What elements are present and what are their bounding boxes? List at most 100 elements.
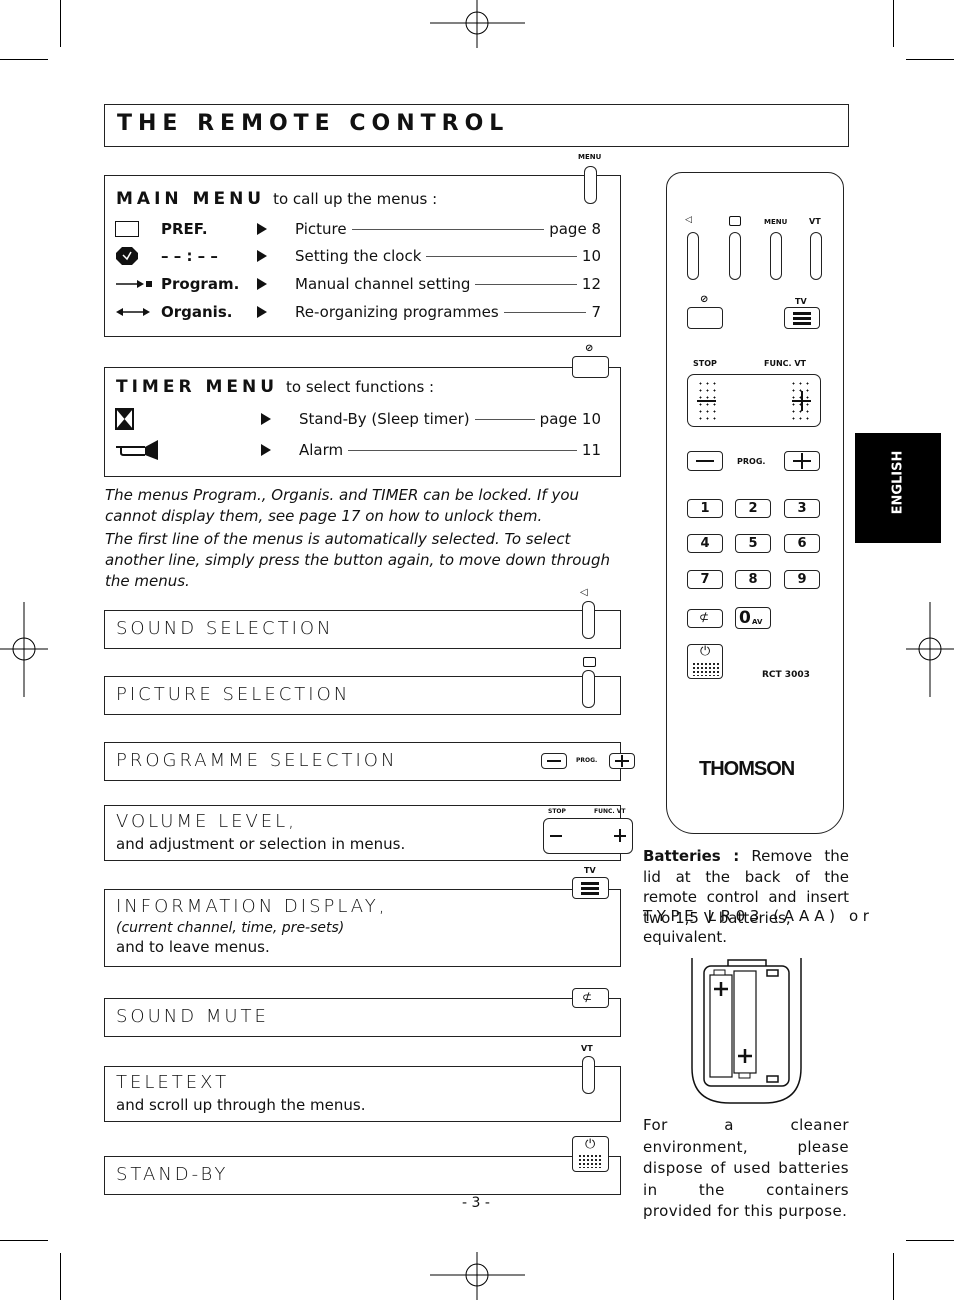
timer-menu-heading: TIMER MENU: [116, 377, 279, 397]
play-arrow-icon: [257, 223, 267, 235]
language-label: ENGLISH: [890, 450, 906, 515]
digit-button-2[interactable]: 2: [735, 499, 771, 518]
remote-sound-button[interactable]: [687, 232, 699, 280]
remote-mute-button[interactable]: ⊄: [687, 609, 723, 628]
registration-mark: [430, 0, 525, 48]
picture-button[interactable]: [582, 670, 595, 708]
standby-box: STAND-BY: [104, 1156, 621, 1195]
screen-icon: [115, 221, 139, 237]
speaker-icon: ◁: [580, 587, 588, 598]
prog-plus-button[interactable]: [609, 753, 635, 769]
battery-compartment-illustration: [691, 958, 802, 1104]
sound-button[interactable]: [582, 601, 595, 639]
remote-standby-button[interactable]: ⏻: [687, 644, 723, 679]
remote-menu-button[interactable]: [770, 232, 782, 280]
remote-prog-minus-button[interactable]: [687, 451, 723, 471]
plus-icon-vertical: [619, 829, 621, 842]
teletext-box: TELETEXT and scroll up through the menus…: [104, 1066, 621, 1122]
volume-rocker[interactable]: [543, 818, 633, 854]
digit-button-7[interactable]: 7: [687, 570, 723, 589]
section-heading: SOUND SELECTION: [116, 618, 334, 639]
menu-lines-icon: [793, 312, 811, 315]
title-box: THE REMOTE CONTROL: [104, 104, 849, 147]
note-first-line: The first line of the menus is automatic…: [105, 530, 611, 590]
menu-item-desc: Re-organizing programmes: [295, 303, 499, 321]
digit-button-5[interactable]: 5: [735, 534, 771, 553]
speaker-icon: ◁: [685, 215, 692, 225]
menu-item-name: Organis.: [161, 303, 233, 321]
speaker-grille: [578, 1154, 603, 1168]
main-menu-box: MAIN MENU to call up the menus : PREF. P…: [104, 175, 621, 337]
menu-lines-icon: [793, 322, 811, 325]
model-label: RCT 3003: [762, 670, 810, 680]
zero-label: 0: [739, 608, 751, 628]
clock-icon: [116, 247, 138, 265]
registration-mark: [0, 602, 48, 697]
timer-item-desc: Stand-By (Sleep timer): [299, 410, 470, 428]
section-heading: PICTURE SELECTION: [116, 684, 351, 705]
remote-zero-av-button[interactable]: 0 AV: [735, 607, 771, 629]
section-heading: SOUND MUTE: [116, 1006, 269, 1027]
remote-picture-button[interactable]: [729, 232, 741, 280]
menu-item-page: 10: [581, 247, 601, 265]
section-heading: STAND-BY: [116, 1164, 229, 1185]
menu-lines-icon: [581, 887, 599, 890]
environment-notice: For a cleaner environment, please dispos…: [643, 1116, 849, 1220]
menu-button-label: MENU: [578, 153, 602, 161]
mute-icon: ⊄: [699, 610, 710, 624]
remote-tv-button[interactable]: [784, 307, 820, 329]
menu-lines-icon: [581, 892, 599, 895]
remote-prog-plus-button[interactable]: [784, 451, 820, 471]
timer-item-standby: Stand-By (Sleep timer) page 10: [115, 407, 601, 431]
section-description: and to leave menus.: [116, 938, 270, 956]
digit-button-3[interactable]: 3: [784, 499, 820, 518]
tv-info-button[interactable]: [572, 877, 609, 899]
screen-icon: [729, 216, 741, 226]
remote-vt-label: VT: [809, 217, 821, 226]
stop-label: STOP: [548, 808, 566, 815]
picture-selection-box: PICTURE SELECTION: [104, 676, 621, 715]
arrow-both-icon: [116, 308, 150, 316]
leader-line: [426, 255, 577, 257]
play-arrow-icon: [257, 306, 267, 318]
remote-menu-label: MENU: [764, 218, 788, 226]
vt-label: VT: [581, 1044, 593, 1053]
arrow-right-icon: [116, 280, 152, 288]
minus-icon: [547, 760, 561, 762]
digit-button-8[interactable]: 8: [735, 570, 771, 589]
menu-button[interactable]: [584, 166, 597, 204]
digit-button-9[interactable]: 9: [784, 570, 820, 589]
digit-button-4[interactable]: 4: [687, 534, 723, 553]
timer-item-alarm: Alarm 11: [115, 438, 601, 462]
teletext-button[interactable]: [582, 1056, 595, 1094]
crop-mark: [906, 59, 954, 60]
registration-mark: [906, 602, 954, 697]
minus-icon: [696, 460, 714, 462]
timer-button[interactable]: [572, 356, 609, 378]
av-label: AV: [752, 618, 763, 626]
batteries-end: equivalent.: [643, 928, 728, 946]
timer-item-page: page 10: [539, 410, 601, 428]
crop-mark: [906, 1240, 954, 1241]
remote-vt-button[interactable]: [810, 232, 822, 280]
crop-mark: [0, 59, 48, 60]
sound-mute-box: SOUND MUTE: [104, 998, 621, 1037]
section-description: and scroll up through the menus.: [116, 1096, 366, 1114]
page-number: - 3 -: [462, 1195, 490, 1211]
mute-icon: ⊄: [582, 990, 593, 1004]
information-display-box: INFORMATION DISPLAY, (current channel, t…: [104, 889, 621, 967]
minus-icon: [550, 835, 562, 837]
remote-volume-rocker[interactable]: [687, 374, 821, 427]
remote-timer-button[interactable]: [687, 307, 723, 329]
play-arrow-icon: [257, 250, 267, 262]
menu-item-page: 12: [581, 275, 601, 293]
standby-button[interactable]: ⏻: [572, 1136, 609, 1172]
note-lock: The menus Program., Organis. and TIMER c…: [105, 486, 580, 525]
leader-line: [474, 418, 535, 420]
mute-button[interactable]: ⊄: [572, 988, 609, 1008]
speaker-grille: [692, 662, 719, 676]
digit-button-6[interactable]: 6: [784, 534, 820, 553]
menu-item-pref: PREF. Picture page 8: [115, 217, 601, 241]
digit-button-1[interactable]: 1: [687, 499, 723, 518]
prog-minus-button[interactable]: [541, 753, 567, 769]
